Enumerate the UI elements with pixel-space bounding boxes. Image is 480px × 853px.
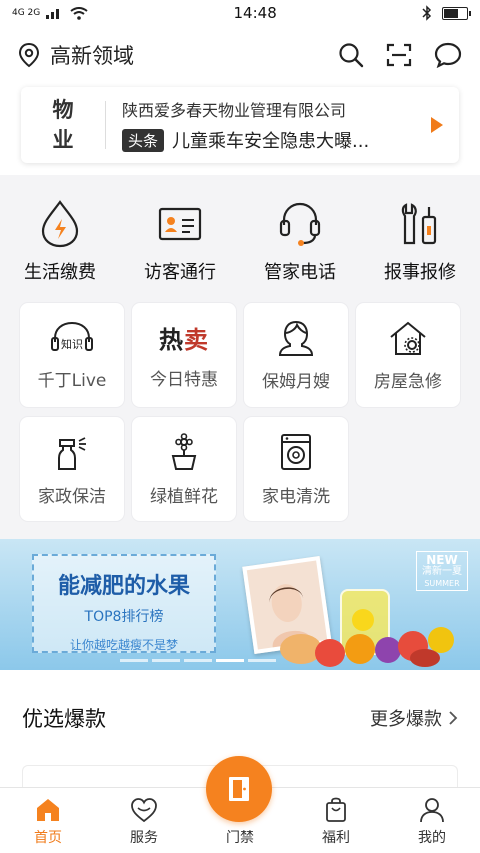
tab-profile[interactable]: 我的 (384, 788, 480, 853)
card-label: 今日特惠 (150, 370, 218, 390)
primary-services: 生活缴费 访客通行 管家电话 报事报修 (0, 196, 480, 284)
new-summer-tag: NEW 清新一夏 SUMMER (416, 551, 468, 591)
door-icon (229, 777, 249, 801)
banner-pagination[interactable] (120, 659, 276, 662)
service-report-repair[interactable]: 报事报修 (360, 196, 480, 284)
signal-indicator: 4G 2G (12, 6, 88, 20)
service-label: 访客通行 (144, 262, 216, 283)
service-bill-payment[interactable]: 生活缴费 (0, 196, 120, 284)
house-repair-icon (390, 321, 426, 355)
home-icon (37, 799, 59, 821)
door-access-button[interactable] (206, 756, 272, 822)
message-icon[interactable] (434, 42, 462, 68)
top-header: 高新领域 (0, 26, 480, 84)
play-arrow-icon[interactable] (431, 117, 443, 133)
more-link-label: 更多爆款 (370, 708, 442, 730)
notice-category-char-2: 业 (52, 128, 74, 152)
new-tag-text: NEW (426, 553, 458, 567)
card-label: 千丁Live (37, 370, 107, 391)
lemon-slice-image (352, 609, 374, 631)
search-icon[interactable] (338, 42, 364, 68)
tab-services[interactable]: 服务 (96, 788, 192, 853)
heart-icon (131, 798, 157, 823)
banner-dot[interactable] (248, 659, 276, 662)
notice-category-char-1: 物 (52, 98, 74, 122)
service-label: 管家电话 (264, 262, 336, 283)
location-pin-icon (18, 42, 40, 68)
tab-benefits[interactable]: 福利 (288, 788, 384, 853)
new-tag-english: SUMMER (424, 579, 460, 588)
tab-label: 福利 (322, 830, 350, 846)
tab-label: 门禁 (226, 830, 254, 846)
nanny-icon (278, 320, 314, 356)
repair-tools-icon (401, 203, 437, 245)
banner-caption: 让你越吃越瘦不是梦 (69, 638, 178, 652)
card-nanny[interactable]: 保姆月嫂 (244, 303, 348, 407)
watermelon-image (410, 649, 440, 667)
signal-text: 4G 2G (12, 8, 41, 18)
status-bar: 4G 2G 14:48 (0, 0, 480, 26)
new-tag-subtext: 清新一夏 (422, 566, 462, 577)
service-visitor-pass[interactable]: 访客通行 (120, 196, 240, 284)
card-label: 绿植鲜花 (150, 486, 218, 507)
tab-label: 服务 (130, 830, 158, 846)
section-title: 优选爆款 (22, 706, 106, 731)
card-label: 保姆月嫂 (262, 371, 330, 392)
knowledge-text: 知识 (61, 337, 83, 351)
notice-category: 物 业 (21, 95, 105, 155)
location-name: 高新领域 (50, 44, 134, 68)
banner-title: 能减肥的水果 (57, 574, 190, 599)
company-name: 陕西爱多春天物业管理有限公司 (122, 101, 347, 120)
wifi-icon (70, 6, 88, 20)
card-house-repair[interactable]: 房屋急修 (356, 303, 460, 407)
tab-home[interactable]: 首页 (0, 788, 96, 853)
woman-portrait-icon (269, 584, 313, 648)
hot-sale-icon: 热卖 (159, 325, 209, 354)
location-selector[interactable]: 高新领域 (18, 40, 338, 70)
tab-label: 我的 (418, 830, 446, 846)
tab-label: 首页 (34, 830, 62, 846)
headline-text[interactable]: 儿童乘车安全隐患大曝... (172, 127, 369, 153)
knowledge-headphone-icon: 知识 (51, 321, 93, 351)
shopping-bag-icon (326, 797, 346, 822)
banner-dot[interactable] (120, 659, 148, 662)
flower-pot-icon (171, 432, 197, 470)
card-label: 家政保洁 (38, 486, 106, 507)
card-today-deals[interactable]: 热卖 今日特惠 (132, 303, 236, 407)
orange-image (345, 634, 375, 664)
strawberry-image (315, 639, 345, 667)
card-appliance-cleaning[interactable]: 家电清洗 (244, 417, 348, 521)
spray-bottle-icon (58, 436, 86, 470)
service-label: 生活缴费 (24, 262, 96, 283)
visitor-card-icon (158, 207, 202, 241)
card-housekeeping[interactable]: 家政保洁 (20, 417, 124, 521)
bluetooth-icon (422, 5, 432, 21)
card-label: 家电清洗 (262, 486, 330, 507)
battery-icon (442, 6, 471, 20)
banner-dot[interactable] (152, 659, 180, 662)
promo-banner[interactable]: 能减肥的水果 TOP8排行榜 让你越吃越瘦不是梦 NEW 清新一夏 SUMMER (0, 539, 480, 670)
clock: 14:48 (233, 4, 277, 22)
scan-icon[interactable] (386, 42, 412, 68)
card-label: 房屋急修 (374, 371, 442, 392)
headset-icon (279, 202, 321, 246)
banner-subtitle: TOP8排行榜 (84, 609, 164, 625)
banner-dot[interactable] (184, 659, 212, 662)
headline-badge: 头条 (122, 128, 165, 152)
washing-machine-icon (281, 433, 311, 470)
signal-bars-icon (46, 9, 60, 19)
user-icon (420, 798, 444, 823)
chevron-right-icon (449, 710, 458, 725)
banner-text-box: 能减肥的水果 TOP8排行榜 让你越吃越瘦不是梦 (32, 554, 216, 653)
more-link[interactable]: 更多爆款 (370, 705, 458, 731)
grape-image (375, 637, 401, 663)
banner-dot-active[interactable] (216, 659, 244, 662)
service-butler-phone[interactable]: 管家电话 (240, 196, 360, 284)
water-bill-icon (41, 200, 79, 248)
service-label: 报事报修 (384, 262, 456, 283)
card-plants-flowers[interactable]: 绿植鲜花 (132, 417, 236, 521)
property-notice-card[interactable]: 物 业 陕西爱多春天物业管理有限公司 头条 儿童乘车安全隐患大曝... (21, 87, 459, 163)
card-qianding-live[interactable]: 知识 千丁Live (20, 303, 124, 407)
